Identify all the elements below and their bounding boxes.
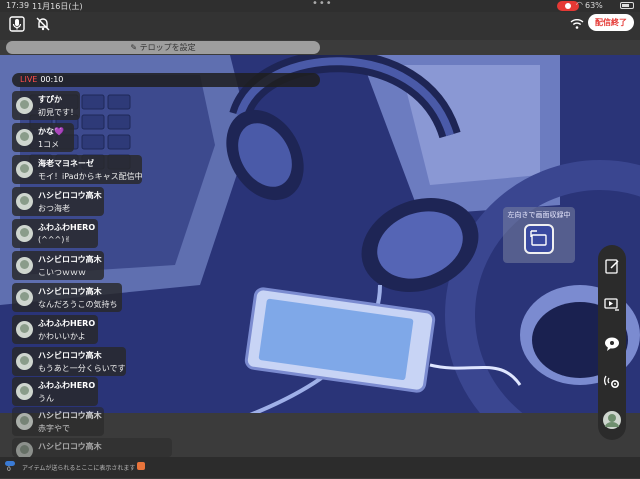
rotate-screen-icon: [524, 224, 554, 254]
comment-user-name: ハシビロコウ高木: [38, 442, 102, 451]
end-broadcast-button[interactable]: 配信終了: [588, 14, 634, 31]
comment-text: こいつｗｗｗ: [38, 268, 86, 277]
comment-text: モイ！iPadからキャス配信中: [38, 172, 143, 181]
comment-text: おつ海老: [38, 204, 70, 213]
multitasking-dots-icon[interactable]: •••: [312, 0, 333, 9]
comment-user-name: ハシビロコウ高木: [38, 191, 102, 200]
playlist-icon[interactable]: [602, 295, 622, 315]
battery-percent: 63%: [585, 1, 603, 10]
edit-note-icon[interactable]: [602, 256, 622, 276]
comment-item[interactable]: すぴか 初見です！: [12, 91, 80, 120]
microphone-icon[interactable]: [8, 15, 26, 33]
comment-text: 赤字やで: [38, 424, 70, 433]
comment-user-name: ふわふわHERO: [38, 319, 96, 328]
comment-bubble-icon[interactable]: [602, 334, 622, 354]
comment-item[interactable]: 海老マヨネーゼ モイ！iPadからキャス配信中: [12, 155, 143, 184]
comment-item[interactable]: ふわふわHERO かわいいかよ: [12, 315, 98, 344]
notification-off-icon[interactable]: [34, 15, 52, 33]
avatar[interactable]: [16, 129, 33, 146]
landscape-label: 左向きで画面収録中: [507, 211, 571, 219]
comment-user-name: ふわふわHERO: [38, 223, 96, 232]
avatar[interactable]: [16, 257, 33, 274]
comment-text: 初見です！: [38, 108, 78, 117]
avatar[interactable]: [16, 413, 33, 430]
telop-label: テロップを設定: [139, 43, 196, 52]
comment-text: もうあと一分くらいです: [38, 364, 126, 373]
comment-item[interactable]: ハシビロコウ高木 こいつｗｗｗ: [12, 251, 104, 280]
landscape-recording-notice[interactable]: 左向きで画面収録中: [503, 207, 575, 263]
wifi-icon: [570, 16, 588, 34]
comment-item[interactable]: ふわふわHERO (^^^)✌: [12, 219, 98, 248]
comment-user-name: ハシビロコウ高木: [38, 351, 102, 360]
broadcast-toolbar: [0, 12, 640, 40]
gift-icon: [137, 462, 145, 470]
comment-user-name: ふわふわHERO: [38, 381, 96, 390]
avatar[interactable]: [16, 353, 33, 370]
comment-item[interactable]: ハシビロコウ高木 おつ海老: [12, 187, 104, 216]
avatar[interactable]: [602, 410, 622, 430]
comment-item[interactable]: ハシビロコウ高木 もうあと一分くらいです: [12, 347, 126, 376]
comment-user-name: ハシビロコウ高木: [38, 255, 102, 264]
item-count: 0: [7, 466, 11, 473]
comment-item[interactable]: かな💜 1コメ: [12, 123, 74, 152]
comment-text: うん: [38, 394, 54, 403]
comment-user-name: ハシビロコウ高木: [38, 287, 102, 296]
battery-icon: [620, 2, 634, 9]
status-bar: 17:39 11月16日(土) ••• ◠ 63%: [0, 0, 640, 12]
avatar[interactable]: [16, 321, 33, 338]
comment-user-name: すぴか: [38, 95, 62, 104]
comment-text: かわいいかよ: [38, 332, 86, 341]
avatar[interactable]: [16, 97, 33, 114]
avatar[interactable]: [16, 383, 33, 400]
comment-text: 1コメ: [38, 140, 60, 149]
live-indicator: LIVE 00:10: [12, 73, 320, 87]
comment-text: なんだろうこの気持ち: [38, 300, 118, 309]
comment-user-name: かな💜: [38, 127, 64, 136]
comment-user-name: 海老マヨネーゼ: [38, 159, 94, 168]
avatar[interactable]: [16, 225, 33, 242]
avatar[interactable]: [16, 193, 33, 210]
telop-setting-button[interactable]: ✎ テロップを設定: [6, 41, 320, 54]
item-message: アイテムが送られるとここに表示されます: [22, 465, 136, 472]
item-bar: 0 アイテムが送られるとここに表示されます: [0, 457, 640, 478]
avatar[interactable]: [16, 289, 33, 306]
comment-item[interactable]: ハシビロコウ高木 赤字やで: [12, 407, 104, 436]
comment-item[interactable]: ふわふわHERO うん: [12, 377, 98, 406]
item-counter[interactable]: 0: [4, 460, 16, 475]
pencil-icon: ✎: [130, 43, 140, 52]
comment-user-name: ハシビロコウ高木: [38, 411, 102, 420]
comment-item[interactable]: ハシビロコウ高木: [12, 438, 172, 459]
status-date: 11月16日(土): [32, 2, 83, 11]
comment-item[interactable]: ハシビロコウ高木 なんだろうこの気持ち: [12, 283, 122, 312]
wifi-status-icon: ◠: [576, 0, 583, 9]
comment-text: (^^^)✌: [38, 235, 72, 244]
live-tag: LIVE: [20, 75, 38, 84]
broadcast-settings-icon[interactable]: [602, 371, 622, 391]
status-time: 17:39: [6, 1, 30, 10]
avatar[interactable]: [16, 161, 33, 178]
live-elapsed: 00:10: [40, 75, 64, 84]
